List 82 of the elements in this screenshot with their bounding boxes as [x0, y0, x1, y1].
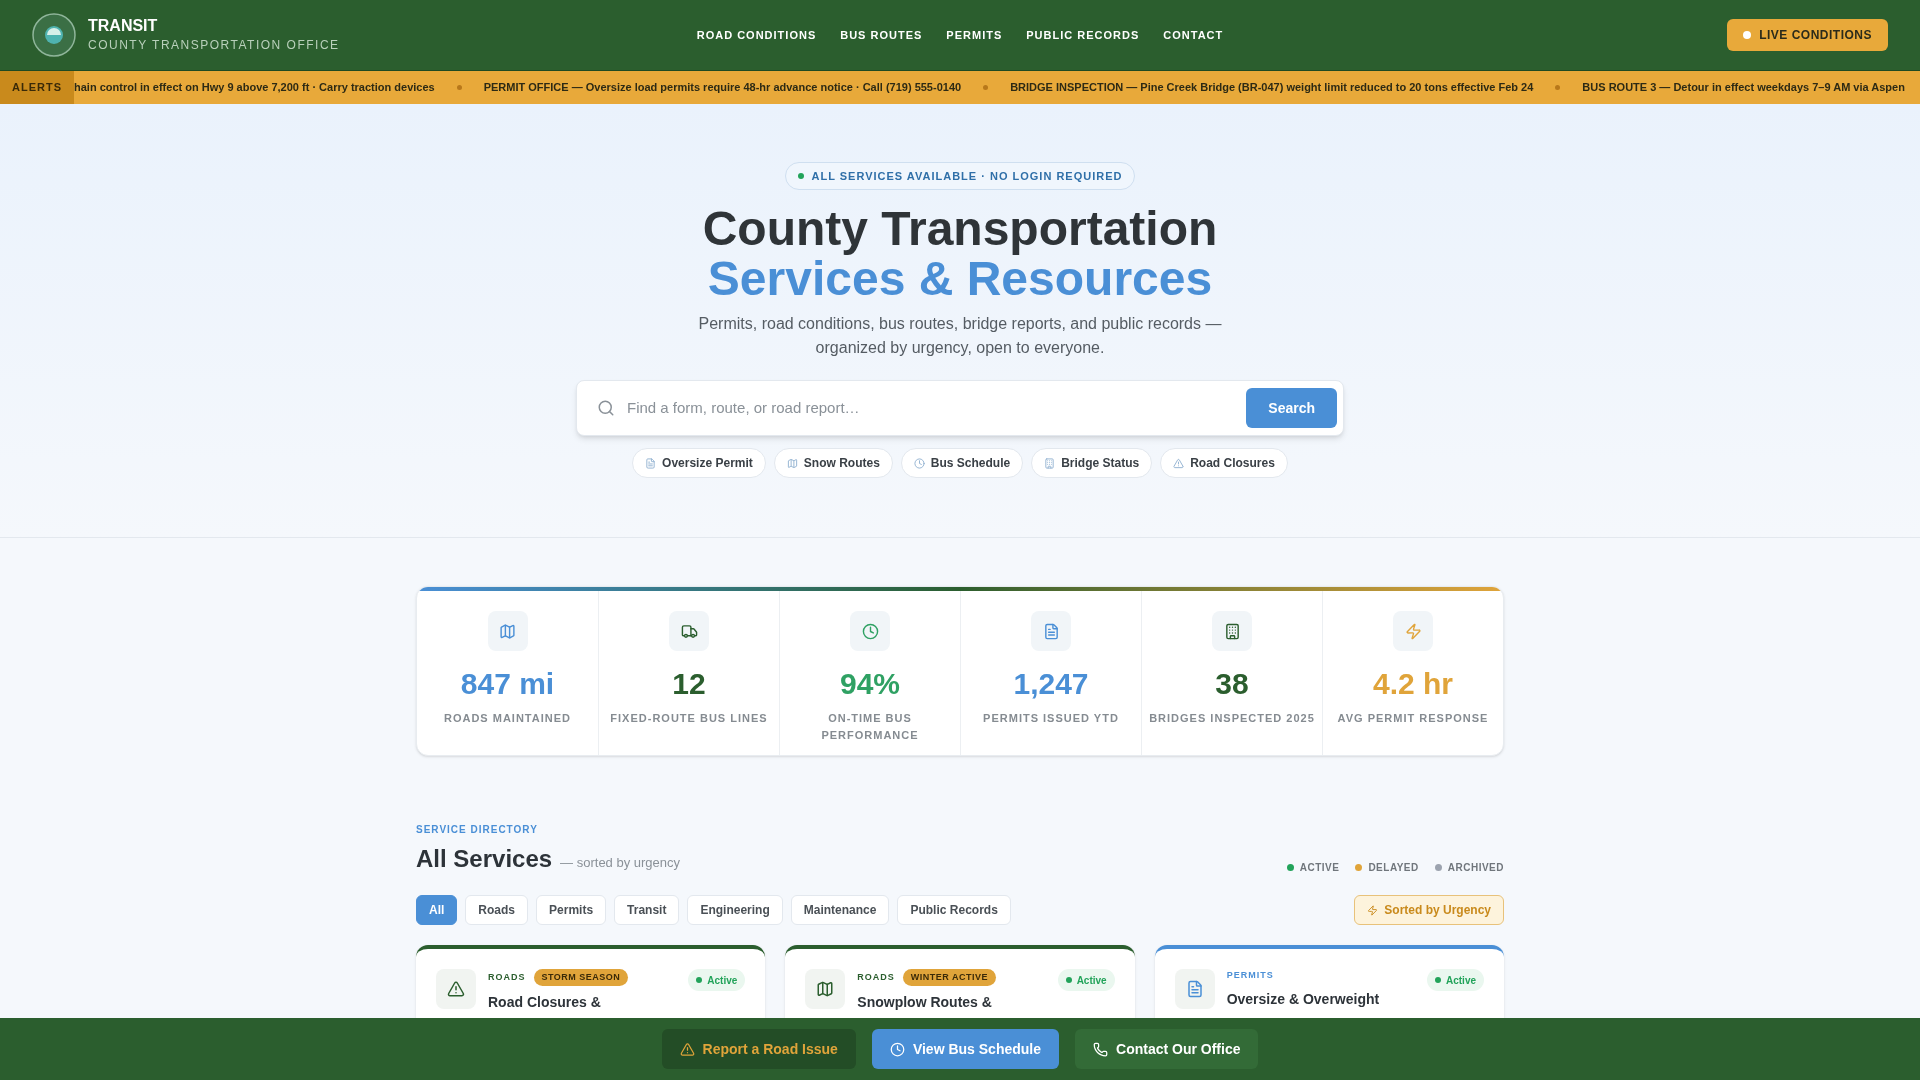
status-pill: Active — [1057, 969, 1115, 991]
stat-value: 38 — [1215, 666, 1249, 702]
hero-title-highlight: Services & Resources — [707, 254, 1213, 304]
alert-text: PERMIT OFFICE — Oversize load permits require 48-hr advance notice · Call (719) 555-0140 — [483, 80, 962, 96]
warning-icon — [679, 1041, 695, 1057]
truck-icon — [680, 622, 698, 640]
nav-link[interactable]: PERMITS — [946, 26, 1003, 44]
quick-link-chip[interactable]: Snow Routes — [773, 448, 893, 478]
building-icon — [1223, 622, 1241, 640]
card-category: ROADS — [857, 970, 895, 984]
stat-value: 1,247 — [1013, 666, 1089, 702]
quick-link-chip[interactable]: Bridge Status — [1031, 448, 1153, 478]
filter-tab[interactable]: Roads — [465, 895, 529, 925]
hero-subtitle: Permits, road conditions, bus routes, bridge reports, and public records — organized by urgency, open to everyone. — [697, 314, 1223, 358]
section-title: All Services — [416, 844, 553, 874]
map-icon — [786, 457, 798, 469]
phone-icon — [1093, 1041, 1108, 1057]
stat-value: 12 — [672, 666, 706, 702]
status-pill: Active — [688, 969, 746, 991]
legend-label: ARCHIVED — [1447, 861, 1504, 875]
warning-icon — [1173, 457, 1185, 469]
document-icon — [1042, 622, 1060, 640]
building-icon — [1044, 457, 1056, 469]
clock-icon — [913, 457, 925, 469]
map-icon — [816, 980, 835, 998]
document-icon — [1185, 980, 1204, 998]
stat-label: PERMITS ISSUED YTD — [982, 711, 1120, 726]
stat-label: ROADS MAINTAINED — [443, 711, 572, 726]
clock-icon — [889, 1041, 905, 1057]
hero-title: County Transportation — [702, 204, 1218, 254]
nav-link[interactable]: BUS ROUTES — [840, 26, 923, 44]
status-pill: Active — [1427, 969, 1484, 991]
service-card[interactable]: ROADS WINTER ACTIVE Snowplow Routes & Active — [785, 945, 1135, 1018]
card-category: PERMITS — [1226, 969, 1274, 982]
quick-link-chip[interactable]: Bus Schedule — [900, 448, 1024, 478]
action-button[interactable]: Report a Road Issue — [661, 1029, 856, 1069]
alert-text: hain control in effect on Hwy 9 above 7,200 ft · Carry traction devices — [74, 80, 435, 96]
live-conditions-button[interactable]: LIVE CONDITIONS — [1727, 19, 1888, 51]
stat-label: AVG PERMIT RESPONSE — [1336, 711, 1490, 726]
service-card[interactable]: ROADS STORM SEASON Road Closures & Active — [416, 945, 766, 1018]
stat-value: 847 mi — [460, 666, 555, 702]
bolt-icon — [1367, 904, 1379, 916]
document-icon — [645, 457, 657, 469]
card-title: Snowplow Routes & — [857, 993, 993, 1012]
card-title: Oversize & Overweight — [1226, 989, 1381, 1009]
clock-icon — [861, 622, 879, 640]
card-category: ROADS — [488, 970, 526, 984]
quick-link-chip[interactable]: Oversize Permit — [632, 448, 766, 478]
stat-label: ON-TIME BUS PERFORMANCE — [820, 711, 920, 743]
filter-tab[interactable]: Permits — [536, 895, 607, 925]
nav-link[interactable]: CONTACT — [1163, 26, 1224, 44]
filter-tab[interactable]: Maintenance — [790, 895, 890, 925]
search-icon — [597, 399, 615, 417]
legend-label: DELAYED — [1368, 861, 1419, 875]
legend-label: ACTIVE — [1299, 861, 1340, 875]
service-card[interactable]: PERMITS Oversize & Overweight Active — [1154, 945, 1504, 1018]
bolt-icon — [1404, 622, 1422, 640]
stat-label: FIXED-ROUTE BUS LINES — [609, 711, 769, 726]
filter-tab[interactable]: Engineering — [687, 895, 783, 925]
availability-badge: ALL SERVICES AVAILABLE · NO LOGIN REQUIRED — [784, 162, 1136, 190]
action-button[interactable]: Contact Our Office — [1075, 1029, 1259, 1069]
filter-tab[interactable]: Public Records — [897, 895, 1011, 925]
stat-value: 94% — [839, 666, 900, 702]
nav-link[interactable]: ROAD CONDITIONS — [696, 26, 817, 44]
brand-subtitle: COUNTY TRANSPORTATION OFFICE — [88, 37, 340, 54]
warning-icon — [447, 980, 465, 998]
card-tag: STORM SEASON — [533, 969, 629, 986]
section-eyebrow: SERVICE DIRECTORY — [416, 823, 539, 837]
alert-text: BRIDGE INSPECTION — Pine Creek Bridge (BR-047) weight limit reduced to 20 tons effective Feb 24 — [1010, 80, 1534, 96]
alert-text: BUS ROUTE 3 — Detour in effect weekdays 7–9 AM via Aspen — [1582, 80, 1905, 96]
stat-value: 4.2 hr — [1372, 666, 1453, 702]
logo-icon — [32, 13, 76, 57]
alerts-label: ALERTS — [0, 71, 74, 104]
brand-name: TRANSIT — [88, 16, 159, 36]
stat-label: BRIDGES INSPECTED 2025 — [1148, 711, 1316, 726]
quick-link-chip[interactable]: Road Closures — [1160, 448, 1288, 478]
filter-tab[interactable]: Transit — [614, 895, 680, 925]
section-note: — sorted by urgency — [560, 854, 681, 872]
card-tag: WINTER ACTIVE — [902, 969, 996, 986]
card-title: Road Closures & — [488, 993, 602, 1012]
map-icon — [499, 622, 516, 640]
nav-link[interactable]: PUBLIC RECORDS — [1026, 26, 1140, 44]
